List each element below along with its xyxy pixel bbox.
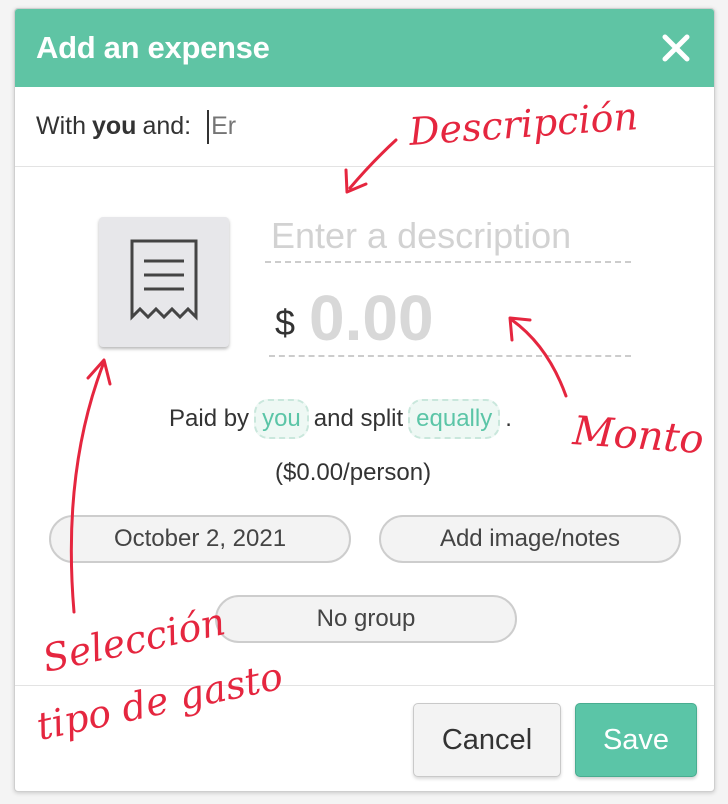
with-people-input[interactable] [207,109,248,144]
cancel-button[interactable]: Cancel [413,703,561,777]
date-button[interactable]: October 2, 2021 [49,515,351,563]
with-you-label: you [92,112,137,140]
paid-by-line: Paid by you and split equally . [169,399,512,439]
period-label: . [505,405,512,432]
close-button[interactable] [658,30,694,66]
payer-selector[interactable]: you [254,399,309,439]
split-selector[interactable]: equally [408,399,501,439]
amount-field: $ [269,281,631,357]
and-split-label: and split [313,405,404,432]
per-person-amount: ($0.00/person) [275,459,432,486]
amount-input[interactable] [309,282,610,354]
category-button[interactable] [99,217,229,347]
with-row: With you and: [15,87,714,167]
currency-symbol: $ [275,302,296,343]
close-icon [662,34,690,62]
receipt-icon [130,239,198,321]
dialog-footer: Cancel Save [15,685,714,791]
dialog-header: Add an expense [15,9,714,87]
description-input[interactable] [265,211,631,263]
save-button[interactable]: Save [575,703,697,777]
add-notes-button[interactable]: Add image/notes [379,515,681,563]
paid-by-label: Paid by [169,405,250,432]
with-and-label: and: [142,112,192,140]
add-expense-dialog: Add an expense With you and: $ Paid by y… [14,8,715,792]
dialog-title: Add an expense [36,30,270,65]
group-button[interactable]: No group [215,595,517,643]
with-label: With [36,112,86,140]
